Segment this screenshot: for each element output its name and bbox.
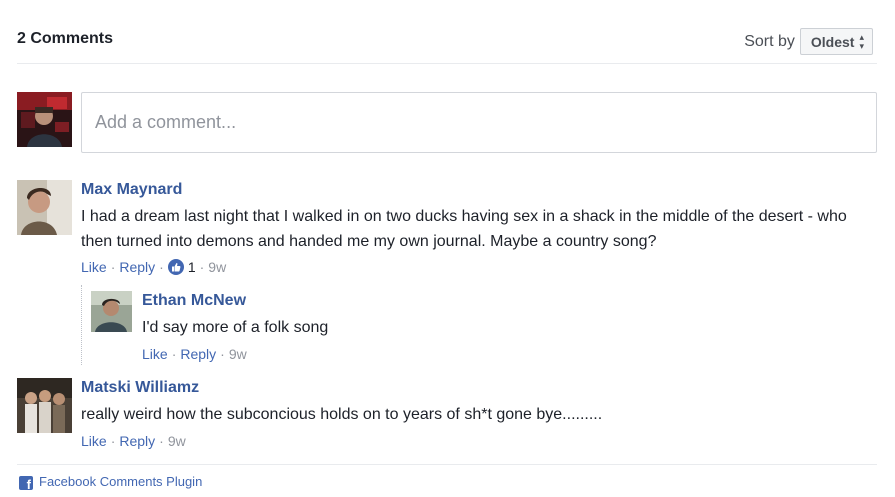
comment-timestamp[interactable]: 9w (168, 433, 186, 449)
reply-avatar[interactable] (91, 291, 132, 332)
facebook-plugin-link[interactable]: Facebook Comments Plugin (39, 474, 202, 489)
facebook-icon: f (19, 476, 33, 491)
reply-link[interactable]: Reply (119, 433, 155, 449)
comment-count: 2 Comments (17, 30, 114, 47)
reply-timestamp[interactable]: 9w (229, 346, 247, 362)
reply-thread-line (81, 285, 82, 365)
sort-control: Sort by Oldest ▴ ▾ (744, 28, 873, 55)
current-user-avatar (17, 92, 72, 147)
thumbs-up-icon (167, 259, 184, 275)
like-link[interactable]: Like (81, 259, 107, 275)
like-link[interactable]: Like (81, 433, 107, 449)
reply-actions: Like · Reply · 9w (142, 346, 247, 362)
sort-label: Sort by (744, 32, 795, 50)
comment-avatar[interactable] (17, 378, 72, 433)
reply-text: I'd say more of a folk song (142, 319, 329, 336)
reply-link[interactable]: Reply (180, 346, 216, 362)
reply-link[interactable]: Reply (119, 259, 155, 275)
comment-author[interactable]: Matski Williamz (81, 379, 199, 397)
comment-avatar[interactable] (17, 180, 72, 235)
comment-input[interactable] (81, 92, 877, 153)
sort-dropdown[interactable]: Oldest ▴ ▾ (799, 28, 873, 55)
comment-actions: Like · Reply · 9w (81, 433, 186, 449)
sort-selected-value: Oldest (810, 33, 855, 50)
like-count[interactable]: 1 (188, 259, 196, 275)
plugin-footer: f Facebook Comments Plugin (17, 464, 877, 497)
comment-actions: Like · Reply · 1 · 9w (81, 259, 227, 275)
comment-text: really weird how the subconcious holds o… (81, 406, 603, 423)
reply-author[interactable]: Ethan McNew (142, 292, 246, 310)
comment-timestamp[interactable]: 9w (208, 259, 226, 275)
comments-header: 2 Comments Sort by Oldest ▴ ▾ (17, 28, 877, 64)
comment-text: I had a dream last night that I walked i… (81, 208, 847, 250)
comment-author[interactable]: Max Maynard (81, 181, 182, 199)
sort-caret-icon: ▴ ▾ (859, 31, 864, 51)
like-link[interactable]: Like (142, 346, 168, 362)
